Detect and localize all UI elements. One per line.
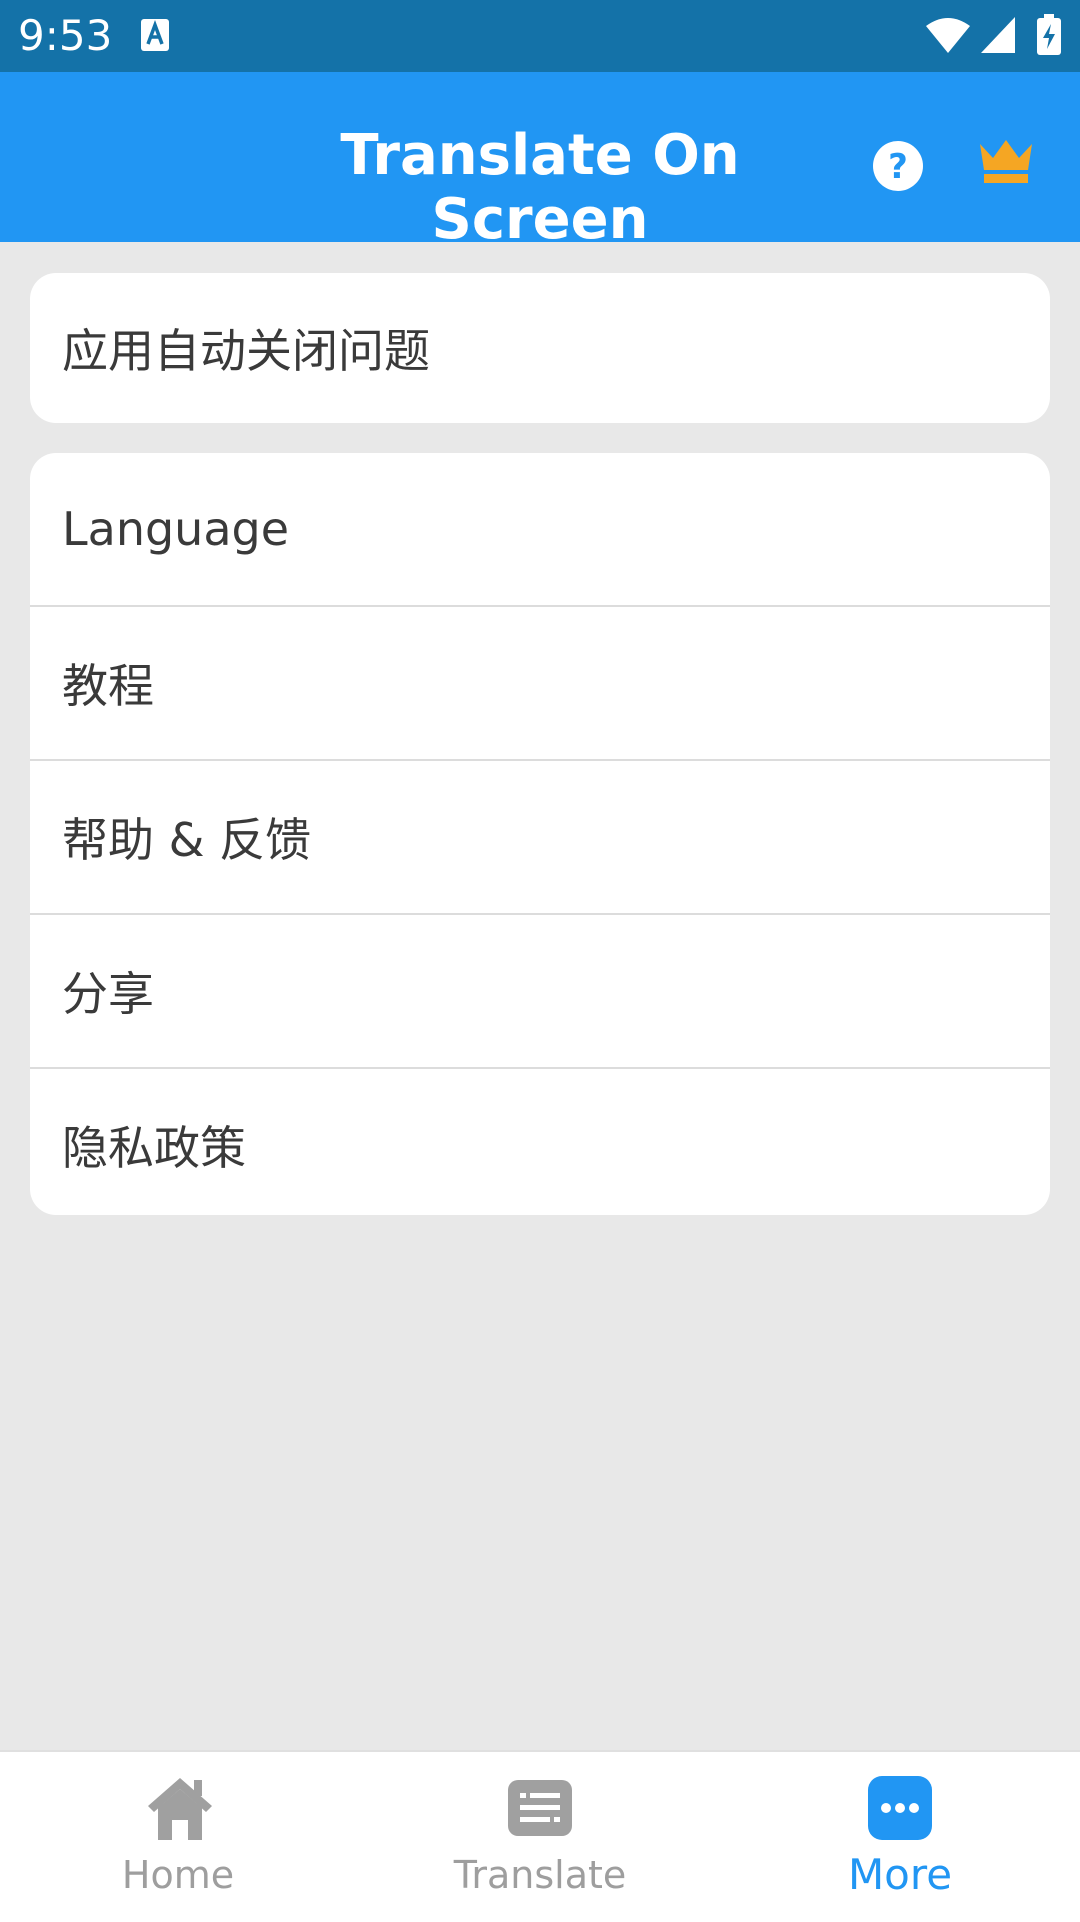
nav-translate-label: Translate [453,1853,627,1897]
status-time: 9:53 [18,11,113,60]
help-icon[interactable]: ? [872,140,924,192]
settings-menu-card: Language 教程 帮助 & 反馈 分享 隐私政策 [30,453,1050,1215]
wifi-icon [926,18,970,53]
app-auto-close-card: 应用自动关闭问题 [30,273,1050,423]
keyboard-a-icon [141,19,169,51]
nav-more-label: More [847,1850,953,1899]
signal-icon [981,17,1015,53]
bottom-nav: Home Translate More [0,1750,1080,1922]
home-icon [148,1778,212,1840]
battery-charging-icon [1037,14,1061,55]
menu-item-label: 隐私政策 [62,1121,246,1175]
translate-icon [508,1780,572,1836]
nav-home[interactable]: Home [0,1752,360,1922]
menu-item-help-feedback[interactable]: 帮助 & 反馈 [30,761,1050,915]
menu-item-label: Language [62,502,290,556]
menu-item-language[interactable]: Language [30,453,1050,607]
menu-item-app-auto-close[interactable]: 应用自动关闭问题 [30,273,1050,423]
menu-item-label: 应用自动关闭问题 [62,324,430,378]
menu-item-privacy-policy[interactable]: 隐私政策 [30,1069,1050,1215]
app-bar: Translate On Screen ? [0,72,1080,252]
app-title: Translate On Screen [340,123,740,252]
menu-item-label: 教程 [62,659,154,713]
nav-more[interactable]: More [720,1752,1080,1922]
status-bar: 9:53 [0,0,1080,72]
svg-text:?: ? [888,147,908,187]
menu-item-label: 帮助 & 反馈 [62,813,312,867]
menu-item-label: 分享 [62,967,154,1021]
nav-home-label: Home [121,1853,235,1897]
nav-translate[interactable]: Translate [360,1752,720,1922]
crown-icon[interactable] [976,134,1036,186]
menu-item-share[interactable]: 分享 [30,915,1050,1069]
menu-item-tutorial[interactable]: 教程 [30,607,1050,761]
more-icon [868,1776,932,1840]
